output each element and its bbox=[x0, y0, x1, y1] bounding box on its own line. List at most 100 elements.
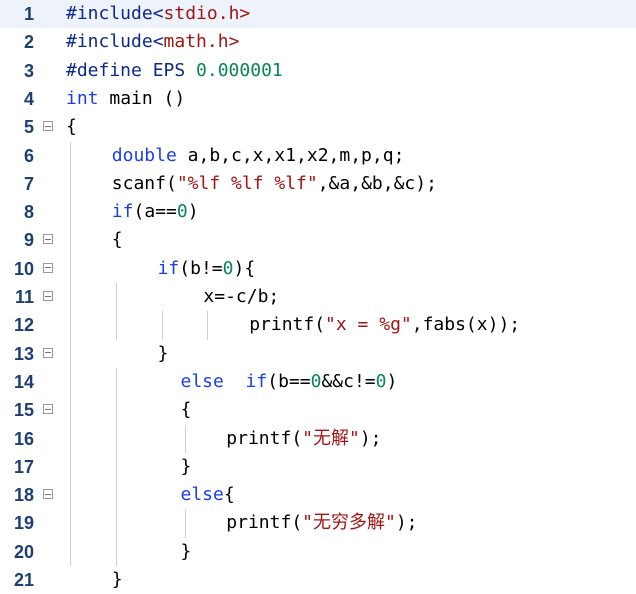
code-token: if bbox=[111, 201, 134, 223]
code-token: { bbox=[66, 116, 77, 138]
code-text: printf("无解"); bbox=[226, 425, 381, 453]
code-text: } bbox=[112, 566, 123, 594]
fold-collapse-icon[interactable] bbox=[43, 262, 53, 273]
code-token: 0 bbox=[176, 201, 188, 223]
code-token: ,fabs(x)); bbox=[411, 314, 521, 336]
code-line[interactable]: 18 else{ bbox=[0, 481, 636, 509]
code-text: } bbox=[181, 453, 192, 481]
code-line[interactable]: 14 else if(b==0&&c!=0) bbox=[0, 368, 636, 396]
code-line[interactable]: 3 #define EPS 0.000001 bbox=[0, 57, 636, 85]
code-text: int main () bbox=[66, 85, 185, 113]
code-token: 0.000001 bbox=[196, 59, 283, 81]
code-token: scanf( bbox=[111, 172, 177, 194]
code-token: (a== bbox=[133, 201, 177, 223]
indent-guide bbox=[115, 283, 117, 340]
code-line[interactable]: 2 #include<math.h> bbox=[0, 28, 636, 56]
code-token: #include< bbox=[66, 31, 164, 53]
line-number: 9 bbox=[23, 230, 34, 251]
code-text: #include<stdio.h> bbox=[66, 0, 250, 28]
code-token: x=-c/b; bbox=[203, 286, 280, 307]
code-line[interactable]: 8 if(a==0) bbox=[0, 198, 636, 226]
line-number: 16 bbox=[13, 428, 34, 449]
code-line[interactable]: 12 printf("x = %g",fabs(x)); bbox=[0, 311, 636, 339]
code-token: "无穷多解" bbox=[302, 512, 396, 534]
code-line[interactable]: 15 { bbox=[0, 396, 636, 424]
code-token: ){ bbox=[233, 257, 256, 279]
code-token: ); bbox=[395, 512, 418, 534]
code-token: 0 bbox=[375, 370, 387, 392]
code-token: ); bbox=[359, 427, 382, 449]
code-token: ) bbox=[386, 370, 398, 392]
line-number: 3 bbox=[23, 60, 34, 81]
code-text: else if(b==0&&c!=0) bbox=[181, 368, 398, 396]
indent-guide bbox=[184, 509, 186, 538]
line-number: 18 bbox=[13, 485, 34, 506]
line-number: 14 bbox=[13, 371, 34, 392]
line-number: 12 bbox=[13, 315, 34, 336]
code-token: ,&a,&b,&c); bbox=[317, 172, 437, 194]
code-token: math.h> bbox=[163, 31, 240, 53]
code-token: (b!= bbox=[179, 257, 223, 279]
line-number: 11 bbox=[14, 287, 34, 307]
fold-collapse-icon[interactable] bbox=[43, 121, 53, 132]
line-number: 17 bbox=[13, 456, 34, 477]
code-line[interactable]: 5{ bbox=[0, 113, 636, 141]
line-number: 6 bbox=[23, 145, 34, 166]
code-line[interactable]: 10 if(b!=0){ bbox=[0, 255, 636, 283]
code-line[interactable]: 13} bbox=[0, 340, 636, 368]
code-text: if(b!=0){ bbox=[158, 255, 256, 283]
code-text: x=-c/b; bbox=[203, 283, 279, 311]
code-text: else{ bbox=[181, 481, 235, 509]
code-line[interactable]: 1 #include<stdio.h> bbox=[0, 0, 636, 29]
code-line[interactable]: 20} bbox=[0, 538, 636, 566]
code-text: if(a==0) bbox=[112, 198, 199, 226]
code-token: if bbox=[157, 257, 180, 279]
line-number: 7 bbox=[23, 173, 34, 194]
code-line[interactable]: 4 int main () bbox=[0, 85, 636, 113]
code-token: stdio.h> bbox=[163, 3, 251, 24]
code-token: (b== bbox=[267, 370, 311, 392]
code-line[interactable]: 17} bbox=[0, 453, 636, 481]
code-token: int bbox=[66, 87, 99, 109]
code-line[interactable]: 21} bbox=[0, 566, 636, 594]
line-number: 19 bbox=[13, 513, 34, 534]
fold-collapse-icon[interactable] bbox=[43, 347, 53, 358]
indent-guide bbox=[70, 141, 71, 566]
code-line[interactable]: 7 scanf("%lf %lf %lf",&a,&b,&c); bbox=[0, 170, 636, 198]
code-token: { bbox=[180, 399, 192, 421]
line-number: 8 bbox=[23, 202, 34, 223]
fold-collapse-icon[interactable] bbox=[43, 404, 53, 415]
code-line[interactable]: 16 printf("无解"); bbox=[0, 425, 636, 453]
code-token: #include< bbox=[66, 3, 164, 24]
fold-collapse-icon[interactable] bbox=[43, 234, 53, 245]
code-text: scanf("%lf %lf %lf",&a,&b,&c); bbox=[112, 170, 437, 198]
indent-guide bbox=[207, 311, 209, 340]
line-number: 4 bbox=[23, 88, 34, 109]
code-line[interactable]: 11 x=-c/b; bbox=[0, 283, 636, 311]
code-token: printf( bbox=[226, 427, 303, 449]
code-token: { bbox=[223, 484, 235, 506]
code-token: } bbox=[157, 342, 169, 364]
code-token: "无解" bbox=[302, 427, 360, 449]
code-token: } bbox=[180, 540, 192, 562]
code-text: #define EPS 0.000001 bbox=[66, 57, 283, 85]
code-text: { bbox=[112, 226, 123, 254]
code-line[interactable]: 19 printf("无穷多解"); bbox=[0, 509, 636, 537]
line-number: 15 bbox=[13, 400, 34, 421]
code-token: "%lf %lf %lf" bbox=[176, 172, 318, 194]
fold-collapse-icon[interactable] bbox=[43, 489, 53, 500]
code-text: } bbox=[181, 538, 192, 566]
indent-guide bbox=[161, 311, 163, 340]
code-token: main () bbox=[98, 87, 186, 109]
code-token: if bbox=[245, 370, 268, 392]
code-line[interactable]: 9{ bbox=[0, 226, 636, 254]
line-number: 2 bbox=[23, 32, 34, 53]
code-line[interactable]: 6 double a,b,c,x,x1,x2,m,p,q; bbox=[0, 142, 636, 170]
code-token: } bbox=[180, 455, 192, 477]
code-token: else bbox=[180, 370, 224, 392]
line-number: 21 bbox=[13, 570, 34, 590]
fold-collapse-icon[interactable] bbox=[43, 291, 53, 301]
code-token: { bbox=[111, 229, 123, 251]
code-token: } bbox=[111, 569, 123, 590]
line-number: 5 bbox=[23, 117, 34, 138]
